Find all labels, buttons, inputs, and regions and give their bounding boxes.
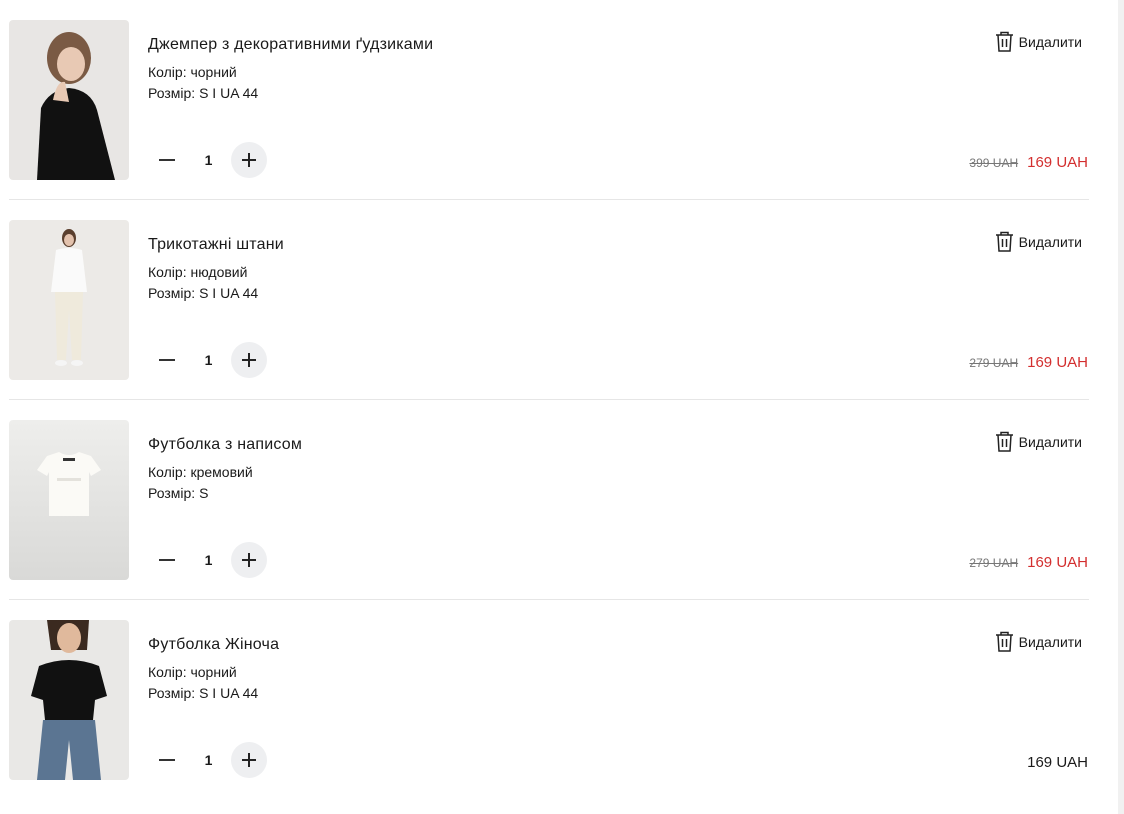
cart-item: Футболка з написом Колір: кремовий Розмі… <box>9 400 1089 600</box>
price: 169 UAH <box>1027 754 1088 771</box>
increase-quantity-button[interactable] <box>231 542 267 578</box>
increase-quantity-button[interactable] <box>231 742 267 778</box>
cart-item: Трикотажні штани Колір: нюдовий Розмір: … <box>9 200 1089 400</box>
product-image[interactable] <box>9 620 129 780</box>
product-name[interactable]: Трикотажні штани <box>148 236 284 254</box>
cart-item-list: Джемпер з декоративними ґудзиками Колір:… <box>9 0 1089 800</box>
product-color: Колір: чорний <box>148 64 237 80</box>
product-photo-knit-pants <box>9 220 129 380</box>
product-name[interactable]: Джемпер з декоративними ґудзиками <box>148 36 433 54</box>
quantity-stepper: 1 <box>148 141 267 179</box>
product-size: Розмір: S <box>148 485 209 501</box>
price-block: 169 UAH <box>1027 754 1088 771</box>
price-block: 279 UAH 169 UAH <box>969 554 1088 571</box>
product-photo-black-jumper <box>9 20 129 180</box>
product-photo-black-tshirt <box>9 620 129 780</box>
old-price: 399 UAH <box>969 156 1019 170</box>
cart-page: Джемпер з декоративними ґудзиками Колір:… <box>0 0 1124 814</box>
sale-price: 169 UAH <box>1027 354 1088 371</box>
minus-icon <box>159 359 175 361</box>
quantity-stepper: 1 <box>148 341 267 379</box>
decrease-quantity-button[interactable] <box>148 541 186 579</box>
quantity-value: 1 <box>204 552 213 568</box>
remove-button[interactable]: Видалити <box>995 231 1082 252</box>
product-photo-cream-tshirt <box>9 420 129 580</box>
quantity-value: 1 <box>204 152 213 168</box>
cart-item: Джемпер з декоративними ґудзиками Колір:… <box>9 0 1089 200</box>
product-size: Розмір: S I UA 44 <box>148 685 259 701</box>
trash-icon <box>995 431 1013 452</box>
sale-price: 169 UAH <box>1027 154 1088 171</box>
remove-label: Видалити <box>1018 33 1082 50</box>
product-color: Колір: чорний <box>148 664 237 680</box>
decrease-quantity-button[interactable] <box>148 341 186 379</box>
product-name[interactable]: Футболка Жіноча <box>148 636 279 654</box>
increase-quantity-button[interactable] <box>231 342 267 378</box>
decrease-quantity-button[interactable] <box>148 141 186 179</box>
product-size: Розмір: S I UA 44 <box>148 285 259 301</box>
quantity-value: 1 <box>204 352 213 368</box>
remove-label: Видалити <box>1018 633 1082 650</box>
minus-icon <box>159 159 175 161</box>
cart-item: Футболка Жіноча Колір: чорний Розмір: S … <box>9 600 1089 800</box>
product-image[interactable] <box>9 20 129 180</box>
product-color: Колір: кремовий <box>148 464 253 480</box>
old-price: 279 UAH <box>969 356 1019 370</box>
price-block: 399 UAH 169 UAH <box>969 154 1088 171</box>
plus-icon <box>242 353 256 367</box>
decrease-quantity-button[interactable] <box>148 741 186 779</box>
quantity-stepper: 1 <box>148 541 267 579</box>
increase-quantity-button[interactable] <box>231 142 267 178</box>
quantity-stepper: 1 <box>148 741 267 779</box>
product-image[interactable] <box>9 420 129 580</box>
remove-label: Видалити <box>1018 233 1082 250</box>
quantity-value: 1 <box>204 752 213 768</box>
minus-icon <box>159 759 175 761</box>
price-block: 279 UAH 169 UAH <box>969 354 1088 371</box>
product-size: Розмір: S I UA 44 <box>148 85 259 101</box>
scrollbar[interactable] <box>1118 0 1124 814</box>
trash-icon <box>995 231 1013 252</box>
minus-icon <box>159 559 175 561</box>
remove-button[interactable]: Видалити <box>995 31 1082 52</box>
trash-icon <box>995 631 1013 652</box>
trash-icon <box>995 31 1013 52</box>
product-name[interactable]: Футболка з написом <box>148 436 302 454</box>
remove-label: Видалити <box>1018 433 1082 450</box>
product-color: Колір: нюдовий <box>148 264 248 280</box>
plus-icon <box>242 753 256 767</box>
remove-button[interactable]: Видалити <box>995 431 1082 452</box>
old-price: 279 UAH <box>969 556 1019 570</box>
remove-button[interactable]: Видалити <box>995 631 1082 652</box>
product-image[interactable] <box>9 220 129 380</box>
plus-icon <box>242 153 256 167</box>
sale-price: 169 UAH <box>1027 554 1088 571</box>
plus-icon <box>242 553 256 567</box>
